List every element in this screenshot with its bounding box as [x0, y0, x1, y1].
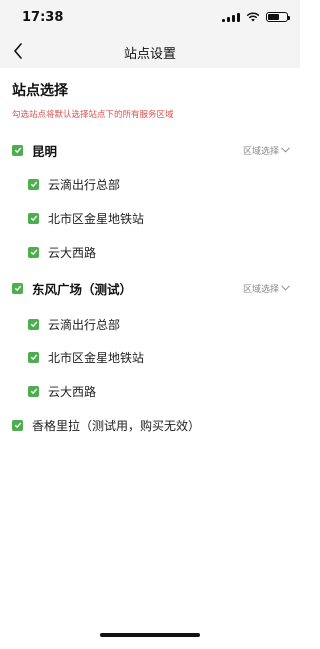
checkbox-checked-icon[interactable] [28, 318, 39, 330]
group-label: 昆明 [32, 143, 58, 159]
station-label: 北市区金星地铁站 [48, 350, 145, 365]
section-title: 站点选择 [12, 83, 68, 99]
region-select-button[interactable]: 区域选择 [243, 282, 290, 295]
region-select-label: 区域选择 [242, 284, 279, 295]
page-title: 站点设置 [123, 47, 176, 62]
station-row[interactable]: 云滴出行总部 [0, 314, 300, 334]
station-row[interactable]: 北市区金星地铁站 [0, 347, 300, 367]
station-label: 云大西路 [48, 384, 97, 399]
hint-text: 勾选站点将默认选择站点下的所有服务区域 [12, 110, 174, 120]
checkbox-checked-icon[interactable] [12, 144, 23, 156]
checkbox-checked-icon[interactable] [12, 419, 23, 431]
status-bar: 17:38 [0, 0, 300, 34]
group-row-kunming[interactable]: 昆明 区域选择 [0, 140, 300, 160]
signal-icon [222, 12, 240, 22]
status-icons [222, 12, 290, 22]
station-label: 云滴出行总部 [48, 177, 121, 192]
standalone-label: 香格里拉（测试用，购买无效） [32, 418, 201, 433]
station-label: 北市区金星地铁站 [48, 211, 145, 226]
nav-bar: 站点设置 [0, 34, 300, 68]
checkbox-checked-icon[interactable] [28, 178, 39, 190]
checkbox-checked-icon[interactable] [12, 282, 23, 294]
station-row[interactable]: 云大西路 [0, 381, 300, 401]
chevron-down-icon [281, 147, 290, 153]
station-row[interactable]: 云滴出行总部 [0, 174, 300, 194]
checkbox-checked-icon[interactable] [28, 246, 39, 258]
status-time: 17:38 [22, 10, 64, 25]
region-select-button[interactable]: 区域选择 [243, 144, 290, 157]
battery-icon [266, 12, 290, 22]
station-row[interactable]: 云大西路 [0, 242, 300, 262]
station-row[interactable]: 北市区金星地铁站 [0, 208, 300, 228]
chevron-down-icon [281, 285, 290, 291]
group-label: 东风广场（测试） [32, 281, 133, 297]
checkbox-checked-icon[interactable] [28, 212, 39, 224]
checkbox-checked-icon[interactable] [28, 351, 39, 363]
wifi-icon [246, 12, 260, 22]
home-indicator [100, 633, 200, 637]
station-label: 云滴出行总部 [48, 317, 121, 332]
standalone-row[interactable]: 香格里拉（测试用，购买无效） [0, 415, 300, 435]
checkbox-checked-icon[interactable] [28, 385, 39, 397]
group-row-dongfeng[interactable]: 东风广场（测试） 区域选择 [0, 278, 300, 298]
region-select-label: 区域选择 [242, 146, 279, 157]
station-label: 云大西路 [48, 245, 97, 260]
